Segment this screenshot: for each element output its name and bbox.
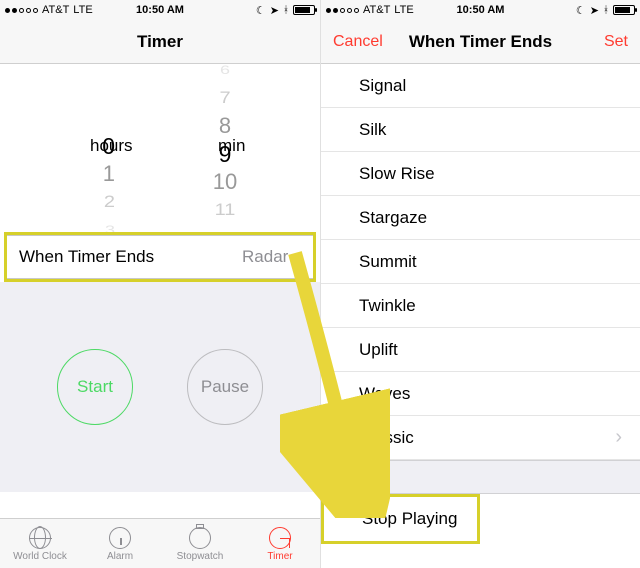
bluetooth-icon: ᚼ bbox=[603, 5, 609, 16]
page-title: When Timer Ends bbox=[409, 32, 552, 52]
highlight-when-timer-ends: When Timer Ends Radar › bbox=[4, 232, 316, 282]
globe-icon bbox=[28, 526, 52, 550]
chevron-right-icon: › bbox=[615, 426, 622, 449]
tab-stopwatch[interactable]: Stopwatch bbox=[160, 519, 240, 568]
carrier: AT&T bbox=[42, 4, 69, 16]
timer-icon bbox=[268, 526, 292, 550]
sound-option[interactable]: Summit bbox=[321, 240, 640, 284]
controls-area: Start Pause bbox=[0, 282, 320, 492]
nav-bar: Timer bbox=[0, 20, 320, 64]
sound-option[interactable]: Signal bbox=[321, 64, 640, 108]
battery-icon bbox=[613, 5, 635, 15]
chevron-right-icon: › bbox=[294, 246, 301, 269]
min-label: min bbox=[218, 136, 245, 156]
stop-playing-row[interactable]: Stop Playing bbox=[324, 497, 477, 541]
carrier: AT&T bbox=[363, 4, 390, 16]
sound-list[interactable]: Signal Silk Slow Rise Stargaze Summit Tw… bbox=[321, 64, 640, 568]
sound-option[interactable]: Waves bbox=[321, 372, 640, 416]
network: LTE bbox=[73, 4, 92, 16]
sound-option[interactable]: Uplift bbox=[321, 328, 640, 372]
sound-option[interactable]: Silk bbox=[321, 108, 640, 152]
network: LTE bbox=[394, 4, 413, 16]
tab-alarm[interactable]: Alarm bbox=[80, 519, 160, 568]
moon-icon: ☾ bbox=[576, 4, 586, 17]
when-timer-ends-label: When Timer Ends bbox=[19, 247, 154, 267]
sound-option[interactable]: Slow Rise bbox=[321, 152, 640, 196]
hours-label: hours bbox=[90, 136, 133, 156]
when-timer-ends-row[interactable]: When Timer Ends Radar › bbox=[7, 235, 313, 279]
tab-world-clock[interactable]: World Clock bbox=[0, 519, 80, 568]
list-separator bbox=[321, 460, 640, 494]
bluetooth-icon: ᚼ bbox=[283, 5, 289, 16]
sound-option[interactable]: Stargaze bbox=[321, 196, 640, 240]
tab-timer[interactable]: Timer bbox=[240, 519, 320, 568]
pause-button[interactable]: Pause bbox=[187, 349, 263, 425]
signal-dots bbox=[326, 8, 359, 13]
location-icon: ➤ bbox=[590, 4, 599, 17]
sound-option-classic[interactable]: Classic › bbox=[321, 416, 640, 460]
battery-icon bbox=[293, 5, 315, 15]
tab-bar: World Clock Alarm Stopwatch Timer bbox=[0, 518, 320, 568]
status-bar: AT&T LTE 10:50 AM ☾ ➤ ᚼ bbox=[321, 0, 640, 20]
alarm-icon bbox=[108, 526, 132, 550]
location-icon: ➤ bbox=[270, 4, 279, 17]
stopwatch-icon bbox=[188, 526, 212, 550]
signal-dots bbox=[5, 8, 38, 13]
sound-picker-screen: AT&T LTE 10:50 AM ☾ ➤ ᚼ Cancel When Time… bbox=[320, 0, 640, 568]
clock-time: 10:50 AM bbox=[136, 4, 184, 16]
status-bar: AT&T LTE 10:50 AM ☾ ➤ ᚼ bbox=[0, 0, 320, 20]
duration-picker[interactable]: 0 1 2 3 hours 6 7 8 9 10 11 12 min bbox=[0, 64, 320, 232]
cancel-button[interactable]: Cancel bbox=[333, 33, 383, 51]
set-button[interactable]: Set bbox=[604, 33, 628, 51]
timer-screen: AT&T LTE 10:50 AM ☾ ➤ ᚼ Timer 0 1 2 3 ho… bbox=[0, 0, 320, 568]
page-title: Timer bbox=[137, 32, 183, 52]
sound-option[interactable]: Twinkle bbox=[321, 284, 640, 328]
when-timer-ends-value: Radar bbox=[242, 247, 288, 267]
nav-bar: Cancel When Timer Ends Set bbox=[321, 20, 640, 64]
start-button[interactable]: Start bbox=[57, 349, 133, 425]
moon-icon: ☾ bbox=[256, 4, 266, 17]
clock-time: 10:50 AM bbox=[457, 4, 505, 16]
highlight-stop-playing: Stop Playing bbox=[321, 494, 480, 544]
